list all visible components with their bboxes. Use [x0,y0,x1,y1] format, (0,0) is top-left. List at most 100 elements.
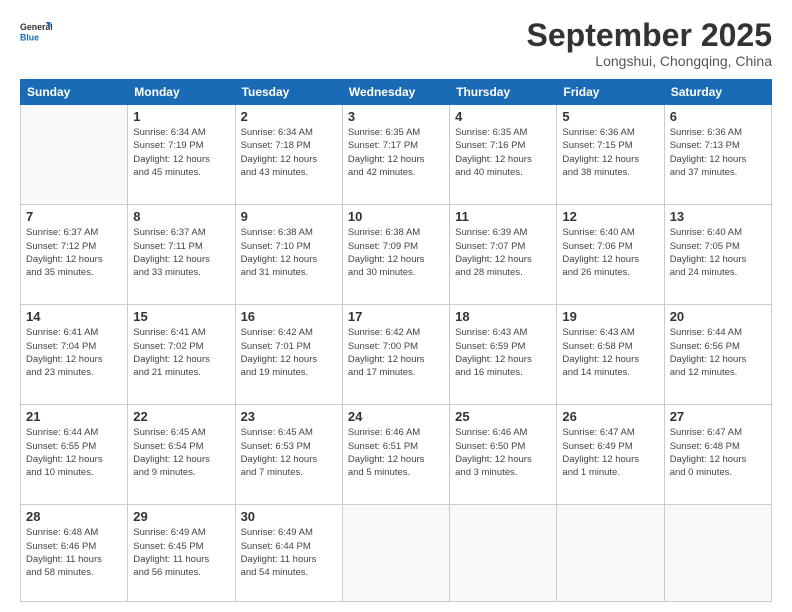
calendar-table: Sunday Monday Tuesday Wednesday Thursday… [20,79,772,602]
table-row [664,505,771,602]
day-info: Sunrise: 6:41 AMSunset: 7:02 PMDaylight:… [133,326,229,379]
day-info: Sunrise: 6:35 AMSunset: 7:17 PMDaylight:… [348,126,444,179]
svg-text:Blue: Blue [20,32,39,42]
table-row: 3 Sunrise: 6:35 AMSunset: 7:17 PMDaylight… [342,105,449,205]
day-number: 22 [133,409,229,424]
table-row: 28Sunrise: 6:48 AMSunset: 6:46 PMDayligh… [21,505,128,602]
day-info: Sunrise: 6:38 AMSunset: 7:09 PMDaylight:… [348,226,444,279]
table-row: 29Sunrise: 6:49 AMSunset: 6:45 PMDayligh… [128,505,235,602]
table-row [450,505,557,602]
day-info: Sunrise: 6:45 AMSunset: 6:54 PMDaylight:… [133,426,229,479]
day-number: 24 [348,409,444,424]
day-number: 10 [348,209,444,224]
day-info: Sunrise: 6:40 AMSunset: 7:06 PMDaylight:… [562,226,658,279]
table-row: 24 Sunrise: 6:46 AMSunset: 6:51 PMDayligh… [342,405,449,505]
day-info: Sunrise: 6:49 AMSunset: 6:44 PMDaylight:… [241,526,337,579]
table-row: 13 Sunrise: 6:40 AMSunset: 7:05 PMDayligh… [664,205,771,305]
location: Longshui, Chongqing, China [527,53,772,69]
day-number: 7 [26,209,122,224]
day-number: 25 [455,409,551,424]
col-sunday: Sunday [21,80,128,105]
day-number: 12 [562,209,658,224]
page: General Blue September 2025 Longshui, Ch… [0,0,792,612]
table-row: 8Sunrise: 6:37 AMSunset: 7:11 PMDaylight… [128,205,235,305]
day-number: 6 [670,109,766,124]
table-row: 27 Sunrise: 6:47 AMSunset: 6:48 PMDayligh… [664,405,771,505]
table-row: 6 Sunrise: 6:36 AMSunset: 7:13 PMDaylight… [664,105,771,205]
day-info: Sunrise: 6:47 AMSunset: 6:48 PMDaylight:… [670,426,766,479]
table-row: 22 Sunrise: 6:45 AMSunset: 6:54 PMDayligh… [128,405,235,505]
day-number: 26 [562,409,658,424]
day-number: 17 [348,309,444,324]
table-row: 2 Sunrise: 6:34 AMSunset: 7:18 PMDaylight… [235,105,342,205]
day-info: Sunrise: 6:48 AMSunset: 6:46 PMDaylight:… [26,526,122,579]
table-row: 17 Sunrise: 6:42 AMSunset: 7:00 PMDayligh… [342,305,449,405]
table-row: 11 Sunrise: 6:39 AMSunset: 7:07 PMDayligh… [450,205,557,305]
header: General Blue September 2025 Longshui, Ch… [20,18,772,69]
day-number: 11 [455,209,551,224]
table-row: 4Sunrise: 6:35 AMSunset: 7:16 PMDaylight… [450,105,557,205]
day-info: Sunrise: 6:47 AMSunset: 6:49 PMDaylight:… [562,426,658,479]
day-info: Sunrise: 6:42 AMSunset: 7:01 PMDaylight:… [241,326,337,379]
day-info: Sunrise: 6:44 AMSunset: 6:55 PMDaylight:… [26,426,122,479]
day-number: 16 [241,309,337,324]
day-info: Sunrise: 6:39 AMSunset: 7:07 PMDaylight:… [455,226,551,279]
title-block: September 2025 Longshui, Chongqing, Chin… [527,18,772,69]
table-row: 15 Sunrise: 6:41 AMSunset: 7:02 PMDayligh… [128,305,235,405]
table-row: 20 Sunrise: 6:44 AMSunset: 6:56 PMDayligh… [664,305,771,405]
week-row-4: 21Sunrise: 6:44 AMSunset: 6:55 PMDayligh… [21,405,772,505]
table-row: 9 Sunrise: 6:38 AMSunset: 7:10 PMDaylight… [235,205,342,305]
day-number: 29 [133,509,229,524]
day-number: 20 [670,309,766,324]
col-monday: Monday [128,80,235,105]
day-info: Sunrise: 6:46 AMSunset: 6:51 PMDaylight:… [348,426,444,479]
day-number: 1 [133,109,229,124]
day-number: 8 [133,209,229,224]
table-row [342,505,449,602]
day-number: 27 [670,409,766,424]
table-row [21,105,128,205]
day-info: Sunrise: 6:34 AMSunset: 7:19 PMDaylight:… [133,126,229,179]
header-row: Sunday Monday Tuesday Wednesday Thursday… [21,80,772,105]
month-title: September 2025 [527,18,772,53]
day-info: Sunrise: 6:42 AMSunset: 7:00 PMDaylight:… [348,326,444,379]
day-number: 2 [241,109,337,124]
day-info: Sunrise: 6:46 AMSunset: 6:50 PMDaylight:… [455,426,551,479]
day-info: Sunrise: 6:38 AMSunset: 7:10 PMDaylight:… [241,226,337,279]
day-info: Sunrise: 6:41 AMSunset: 7:04 PMDaylight:… [26,326,122,379]
week-row-1: 1 Sunrise: 6:34 AMSunset: 7:19 PMDaylight… [21,105,772,205]
day-info: Sunrise: 6:43 AMSunset: 6:58 PMDaylight:… [562,326,658,379]
day-number: 15 [133,309,229,324]
table-row: 1 Sunrise: 6:34 AMSunset: 7:19 PMDaylight… [128,105,235,205]
table-row: 21Sunrise: 6:44 AMSunset: 6:55 PMDayligh… [21,405,128,505]
col-saturday: Saturday [664,80,771,105]
table-row: 18Sunrise: 6:43 AMSunset: 6:59 PMDayligh… [450,305,557,405]
week-row-3: 14 Sunrise: 6:41 AMSunset: 7:04 PMDayligh… [21,305,772,405]
day-info: Sunrise: 6:45 AMSunset: 6:53 PMDaylight:… [241,426,337,479]
logo: General Blue [20,18,52,50]
day-number: 9 [241,209,337,224]
table-row: 25 Sunrise: 6:46 AMSunset: 6:50 PMDayligh… [450,405,557,505]
day-info: Sunrise: 6:44 AMSunset: 6:56 PMDaylight:… [670,326,766,379]
day-number: 30 [241,509,337,524]
day-info: Sunrise: 6:36 AMSunset: 7:13 PMDaylight:… [670,126,766,179]
day-info: Sunrise: 6:40 AMSunset: 7:05 PMDaylight:… [670,226,766,279]
table-row [557,505,664,602]
table-row: 10 Sunrise: 6:38 AMSunset: 7:09 PMDayligh… [342,205,449,305]
day-number: 5 [562,109,658,124]
week-row-5: 28Sunrise: 6:48 AMSunset: 6:46 PMDayligh… [21,505,772,602]
day-number: 14 [26,309,122,324]
table-row: 5 Sunrise: 6:36 AMSunset: 7:15 PMDaylight… [557,105,664,205]
table-row: 30 Sunrise: 6:49 AMSunset: 6:44 PMDayligh… [235,505,342,602]
day-info: Sunrise: 6:34 AMSunset: 7:18 PMDaylight:… [241,126,337,179]
day-number: 23 [241,409,337,424]
col-wednesday: Wednesday [342,80,449,105]
table-row: 12 Sunrise: 6:40 AMSunset: 7:06 PMDayligh… [557,205,664,305]
day-info: Sunrise: 6:35 AMSunset: 7:16 PMDaylight:… [455,126,551,179]
day-info: Sunrise: 6:36 AMSunset: 7:15 PMDaylight:… [562,126,658,179]
table-row: 7 Sunrise: 6:37 AMSunset: 7:12 PMDaylight… [21,205,128,305]
day-number: 3 [348,109,444,124]
day-number: 13 [670,209,766,224]
day-info: Sunrise: 6:43 AMSunset: 6:59 PMDaylight:… [455,326,551,379]
day-info: Sunrise: 6:37 AMSunset: 7:12 PMDaylight:… [26,226,122,279]
